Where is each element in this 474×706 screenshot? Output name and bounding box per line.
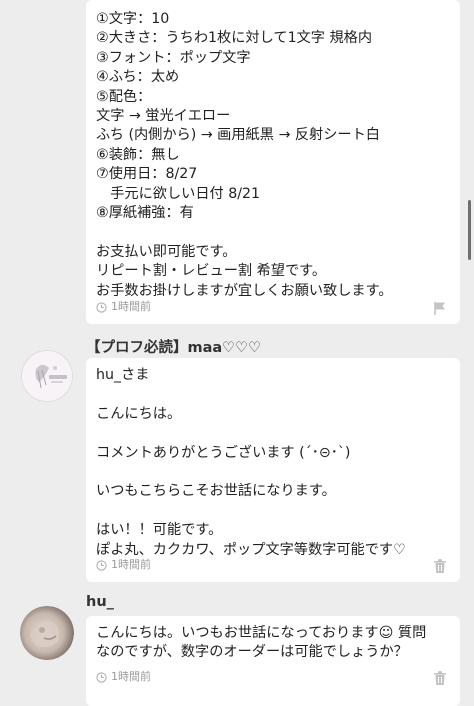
comment-line: こんにちは。いつもお世話になっております☺ 質問 <box>96 625 427 641</box>
flag-icon[interactable] <box>432 300 448 316</box>
comment-line: ③フォント：ポップ文字 <box>96 49 251 66</box>
comment-text: hu_さま こんにちは。 コメントありがとうございます (´･⊝･`) いつもこ… <box>86 358 460 560</box>
comment-line: コメントありがとうございます (´･⊝･`) <box>96 444 351 461</box>
comment-thread: ①文字：10 ②大きさ：うちわ1枚に対して1文字 規格内 ③フォント：ポップ文字… <box>0 0 474 706</box>
comment-bubble: hu_さま こんにちは。 コメントありがとうございます (´･⊝･`) いつもこ… <box>86 358 460 582</box>
comment-line: hu_さま <box>96 367 150 383</box>
comment-line: 手元に欲しい日付 8/21 <box>96 185 261 202</box>
comment-line: いつもこちらこそお世話になります。 <box>96 483 336 500</box>
comment-time: 1時間前 <box>96 300 151 314</box>
comment-line: ⑦使用日：8/27 <box>96 166 198 183</box>
comment-line: お手数お掛けしますが宜しくお願い致します。 <box>96 282 393 299</box>
avatar-image <box>22 351 72 401</box>
comment-meta: 1時間前 <box>96 558 448 574</box>
clock-icon <box>96 671 107 683</box>
comment-line: ⑥装飾：無し <box>96 146 180 163</box>
comment-bubble: ①文字：10 ②大きさ：うちわ1枚に対して1文字 規格内 ③フォント：ポップ文字… <box>86 0 460 324</box>
comment-line: ⑧厚紙補強：有 <box>96 205 194 222</box>
time-label: 1時間前 <box>111 300 151 313</box>
scrollbar[interactable] <box>468 200 471 260</box>
comment-line: ④ふち：太め <box>96 69 180 86</box>
comment-line: ふち (内側から) → 画用紙黒 → 反射シート白 <box>96 127 380 144</box>
trash-icon[interactable] <box>432 670 448 686</box>
comment-line: ②大きさ：うちわ1枚に対して1文字 規格内 <box>96 30 373 47</box>
comment-username[interactable]: hu_ <box>86 594 114 610</box>
trash-icon[interactable] <box>432 558 448 574</box>
comment-meta: 1時間前 <box>96 300 448 316</box>
comment-line: なのですが、数字のオーダーは可能でしょうか？ <box>96 644 408 661</box>
comment-line: ぽよ丸、カクカワ、ポップ文字等数字可能です♡ <box>96 541 406 558</box>
comment-line: ⑤配色： <box>96 88 152 105</box>
comment-time: 1時間前 <box>96 670 151 684</box>
avatar[interactable] <box>20 606 74 660</box>
time-label: 1時間前 <box>111 558 151 571</box>
comment-line: ①文字：10 <box>96 11 170 27</box>
comment-line: リピート割・レビュー割 希望です。 <box>96 263 327 280</box>
comment-username[interactable]: 【プロフ必読】maa♡♡♡ <box>86 336 261 357</box>
comment-bubble: こんにちは。いつもお世話になっております☺ 質問 なのですが、数字のオーダーは可… <box>86 616 460 706</box>
comment-line: こんにちは。 <box>96 405 182 422</box>
comment-line: お支払い即可能です。 <box>96 243 237 260</box>
avatar-image <box>20 606 74 660</box>
comment-text: ①文字：10 ②大きさ：うちわ1枚に対して1文字 規格内 ③フォント：ポップ文字… <box>86 0 460 301</box>
clock-icon <box>96 559 107 571</box>
comment-time: 1時間前 <box>96 558 151 572</box>
comment-text: こんにちは。いつもお世話になっております☺ 質問 なのですが、数字のオーダーは可… <box>86 616 460 663</box>
comment-line: はい！！可能です。 <box>96 522 223 539</box>
comment-line: 文字 → 蛍光イエロー <box>96 108 231 125</box>
avatar[interactable] <box>21 350 73 402</box>
comment-meta: 1時間前 <box>96 670 448 686</box>
time-label: 1時間前 <box>111 670 151 683</box>
clock-icon <box>96 301 107 313</box>
